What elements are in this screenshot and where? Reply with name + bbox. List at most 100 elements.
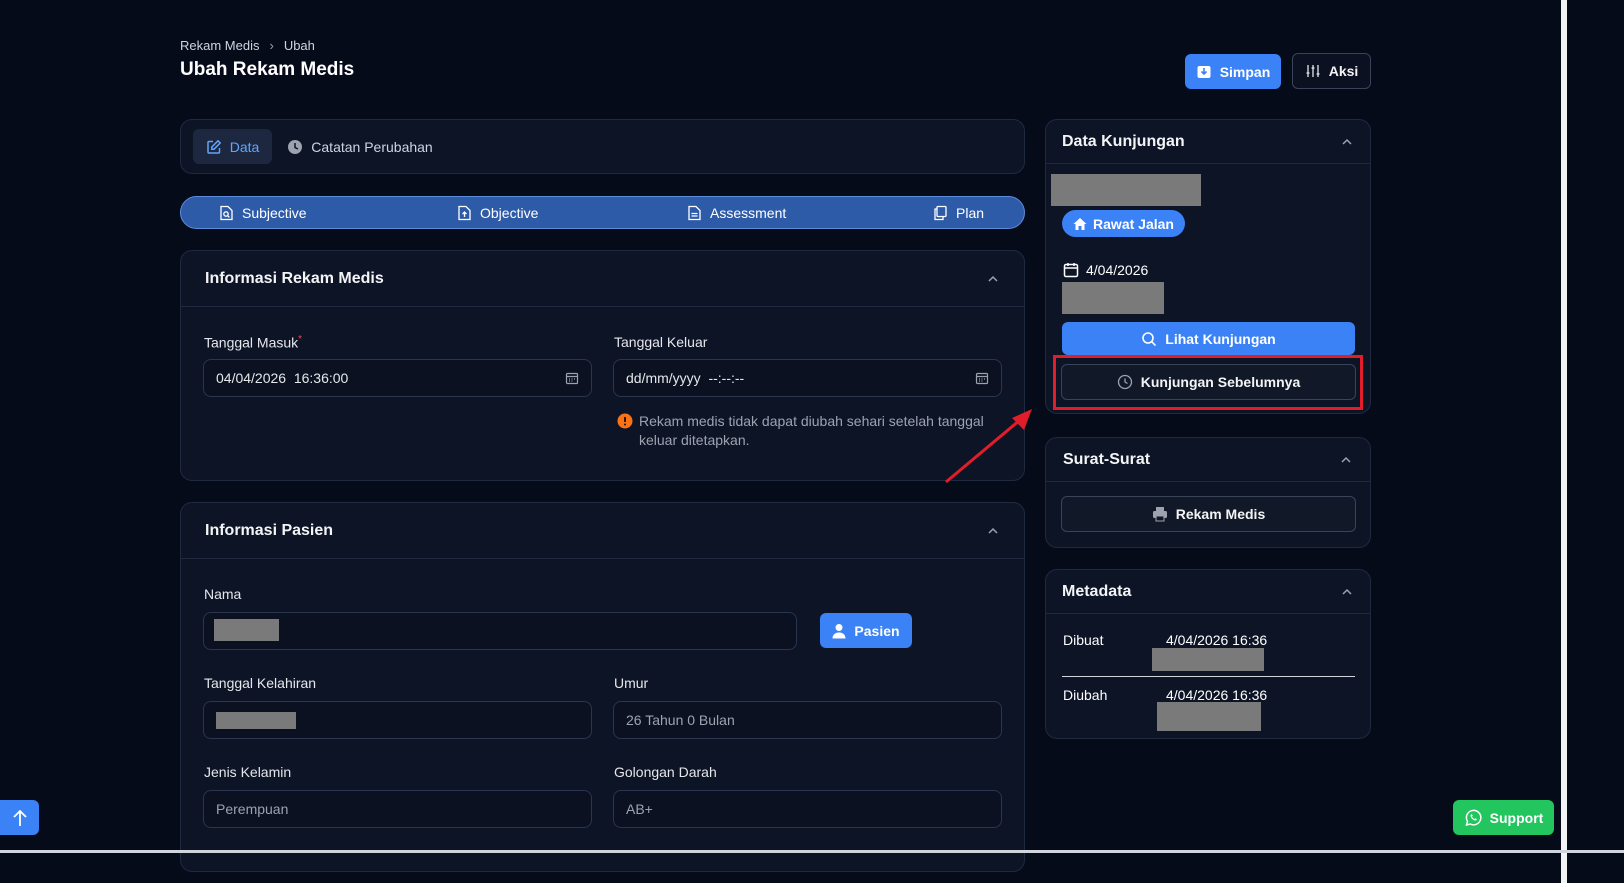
tabs-card: Data Catatan Perubahan xyxy=(180,119,1025,174)
soap-subjective[interactable]: Subjective xyxy=(219,197,307,228)
calendar-icon xyxy=(1063,262,1079,278)
redacted-visit-id xyxy=(1051,174,1201,206)
file-search-icon xyxy=(219,205,234,221)
age-label: Umur xyxy=(614,675,649,691)
metadata-divider xyxy=(1062,676,1355,677)
soap-plan-label: Plan xyxy=(956,204,985,221)
soap-objective[interactable]: Objective xyxy=(457,197,538,228)
entry-date-input[interactable]: 04/04/2026 16:36:00 xyxy=(203,359,592,397)
letters-title: Surat-Surat xyxy=(1063,450,1151,468)
tab-changelog[interactable]: Catatan Perubahan xyxy=(285,129,435,164)
letters-header[interactable]: Surat-Surat xyxy=(1046,438,1370,482)
name-label: Nama xyxy=(204,586,242,602)
record-info-card: Informasi Rekam Medis Tanggal Masuk* 04/… xyxy=(180,250,1025,481)
visit-header[interactable]: Data Kunjungan xyxy=(1046,120,1370,164)
age-value: 26 Tahun 0 Bulan xyxy=(626,712,735,728)
updated-label: Diubah xyxy=(1063,687,1108,703)
visit-date: 4/04/2026 xyxy=(1063,262,1148,278)
exit-date-input[interactable]: dd/mm/yyyy --:--:-- xyxy=(613,359,1002,397)
metadata-card: Metadata Dibuat 4/04/2026 16:36 Diubah 4… xyxy=(1045,569,1371,739)
tab-data-label: Data xyxy=(229,138,260,155)
save-button[interactable]: Simpan xyxy=(1185,54,1281,89)
soap-assessment[interactable]: Assessment xyxy=(687,197,786,228)
arrow-up-icon xyxy=(12,809,28,827)
file-upload-icon xyxy=(457,205,472,221)
support-button[interactable]: Support xyxy=(1453,800,1554,835)
redacted-visit-detail xyxy=(1062,282,1164,314)
search-icon xyxy=(1141,331,1157,347)
letters-card: Surat-Surat Rekam Medis xyxy=(1045,437,1371,548)
chevron-up-icon[interactable] xyxy=(1340,135,1354,149)
clipboard-icon xyxy=(933,205,948,221)
patient-button-label: Pasien xyxy=(854,622,900,639)
chevron-up-icon[interactable] xyxy=(1339,453,1353,467)
home-icon xyxy=(1073,217,1087,231)
chevron-up-icon[interactable] xyxy=(1340,585,1354,599)
chevron-up-icon[interactable] xyxy=(986,524,1000,538)
view-visit-button[interactable]: Lihat Kunjungan xyxy=(1062,322,1355,355)
visit-title: Data Kunjungan xyxy=(1062,132,1185,150)
soap-nav: Subjective Objective Assessment Plan xyxy=(180,196,1025,229)
breadcrumb: Rekam Medis › Ubah xyxy=(180,38,315,53)
soap-subjective-label: Subjective xyxy=(242,204,307,221)
tab-data[interactable]: Data xyxy=(193,129,272,164)
patient-info-title: Informasi Pasien xyxy=(205,521,334,539)
created-label: Dibuat xyxy=(1063,632,1104,648)
birth-date-label: Tanggal Kelahiran xyxy=(204,675,317,691)
save-label: Simpan xyxy=(1219,63,1271,80)
clock-icon xyxy=(287,139,303,155)
user-icon xyxy=(832,623,846,639)
created-value: 4/04/2026 16:36 xyxy=(1166,632,1268,648)
exit-date-placeholder: dd/mm/yyyy --:--:-- xyxy=(626,370,745,386)
entry-date-value: 04/04/2026 16:36:00 xyxy=(216,370,349,386)
breadcrumb-root[interactable]: Rekam Medis xyxy=(180,38,259,53)
required-mark: * xyxy=(298,334,303,345)
metadata-header[interactable]: Metadata xyxy=(1046,570,1370,614)
patient-info-header[interactable]: Informasi Pasien xyxy=(181,503,1024,559)
printer-icon xyxy=(1152,506,1168,522)
scrollbar[interactable] xyxy=(1561,0,1567,883)
redacted-birth-date xyxy=(216,712,296,729)
breadcrumb-current: Ubah xyxy=(283,38,315,53)
scroll-top-button[interactable] xyxy=(0,800,39,835)
blood-type-value: AB+ xyxy=(626,801,653,817)
blood-type-label: Golongan Darah xyxy=(614,764,717,780)
redacted-created-by xyxy=(1152,648,1264,671)
age-input[interactable]: 26 Tahun 0 Bulan xyxy=(613,701,1002,739)
visit-type-label: Rawat Jalan xyxy=(1093,215,1174,232)
actions-button[interactable]: Aksi xyxy=(1292,53,1371,89)
support-label: Support xyxy=(1489,809,1544,826)
gender-input[interactable]: Perempuan xyxy=(203,790,592,828)
soap-assessment-label: Assessment xyxy=(710,204,787,221)
soap-plan[interactable]: Plan xyxy=(933,197,984,228)
calendar-icon[interactable] xyxy=(565,371,579,385)
updated-value: 4/04/2026 16:36 xyxy=(1166,687,1268,703)
chevron-right-icon: › xyxy=(269,38,274,53)
record-info-header[interactable]: Informasi Rekam Medis xyxy=(181,251,1024,307)
calendar-icon[interactable] xyxy=(975,371,989,385)
whatsapp-icon xyxy=(1464,809,1482,827)
record-info-title: Informasi Rekam Medis xyxy=(205,269,384,287)
visit-type-badge: Rawat Jalan xyxy=(1062,210,1185,237)
view-visit-label: Lihat Kunjungan xyxy=(1165,330,1276,347)
exit-date-label: Tanggal Keluar xyxy=(614,334,708,350)
annotation-arrow xyxy=(945,409,1032,484)
metadata-title: Metadata xyxy=(1062,582,1132,600)
redacted-updated-by xyxy=(1157,702,1261,731)
visit-date-value: 4/04/2026 xyxy=(1086,262,1149,278)
warning-icon xyxy=(617,413,633,450)
entry-date-label: Tanggal Masuk* xyxy=(204,334,303,351)
patient-button[interactable]: Pasien xyxy=(820,613,912,648)
patient-info-card: Informasi Pasien Nama Pasien Tanggal Kel… xyxy=(180,502,1025,872)
soap-objective-label: Objective xyxy=(480,204,539,221)
save-icon xyxy=(1196,64,1212,80)
chevron-up-icon[interactable] xyxy=(986,272,1000,286)
warning-note: Rekam medis tidak dapat diubah sehari se… xyxy=(617,412,987,450)
sliders-icon xyxy=(1305,63,1321,79)
edit-icon xyxy=(206,139,222,155)
bottom-edge xyxy=(0,850,1624,853)
name-input[interactable] xyxy=(203,612,797,650)
print-record-button[interactable]: Rekam Medis xyxy=(1061,496,1356,532)
gender-value: Perempuan xyxy=(216,801,289,817)
blood-type-input[interactable]: AB+ xyxy=(613,790,1002,828)
